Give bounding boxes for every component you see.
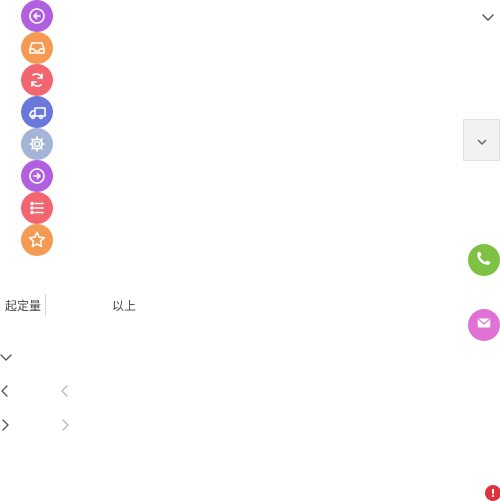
gear-icon[interactable] <box>21 128 53 160</box>
moq-divider <box>45 294 46 316</box>
moq-label: 起定量 <box>5 299 42 313</box>
chevron-down-icon[interactable] <box>0 348 12 367</box>
mail-icon <box>475 314 493 336</box>
chevron-right-icon[interactable] <box>60 417 70 436</box>
arrow-left-circle-icon[interactable] <box>21 0 53 32</box>
refresh-icon[interactable] <box>21 64 53 96</box>
inbox-icon[interactable] <box>21 32 53 64</box>
list-icon[interactable] <box>21 192 53 224</box>
star-icon[interactable] <box>21 224 53 256</box>
chevron-down-icon <box>476 131 488 150</box>
phone-button[interactable] <box>468 244 500 276</box>
phone-icon <box>475 249 493 271</box>
dropdown-toggle-button[interactable] <box>463 119 500 161</box>
chevron-left-icon[interactable] <box>60 383 70 402</box>
truck-icon[interactable] <box>21 96 53 128</box>
moq-suffix: 以上 <box>112 299 137 313</box>
alert-icon[interactable]: ! <box>485 485 500 501</box>
chevron-left-icon[interactable] <box>0 383 10 402</box>
mail-button[interactable] <box>468 309 500 341</box>
chevron-down-icon[interactable] <box>481 8 495 27</box>
chevron-right-icon[interactable] <box>0 417 10 436</box>
arrow-right-circle-icon[interactable] <box>21 160 53 192</box>
alert-symbol: ! <box>490 486 496 500</box>
